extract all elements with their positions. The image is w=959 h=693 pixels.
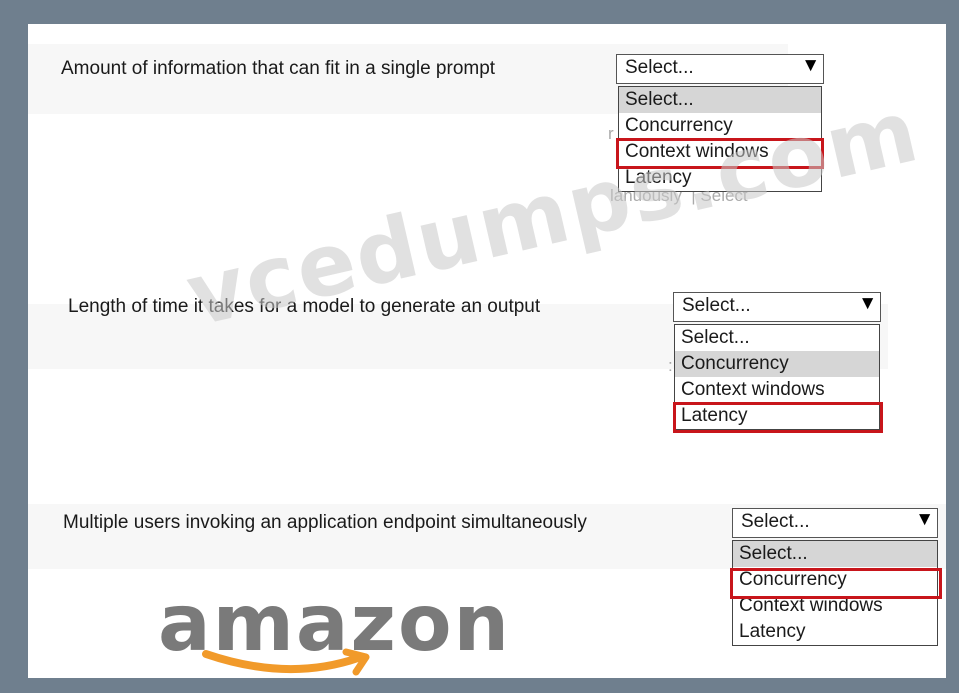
question-3-text: Multiple users invoking an application e… (63, 512, 587, 533)
dropdown-option[interactable]: Concurrency (675, 351, 879, 377)
question-2-select[interactable]: Select... ▼ (673, 292, 881, 322)
question-panel: Amount of information that can fit in a … (28, 24, 946, 678)
dropdown-option[interactable]: Select... (675, 325, 879, 351)
answer-highlight (673, 402, 883, 433)
select-value: Select... (741, 511, 810, 532)
chevron-down-icon: ▼ (915, 509, 934, 530)
amazon-smile-icon (202, 648, 370, 676)
select-value: Select... (682, 295, 751, 316)
question-3-select[interactable]: Select... ▼ (732, 508, 938, 538)
dropdown-option[interactable]: Latency (733, 619, 937, 645)
dropdown-option[interactable]: Select... (733, 541, 937, 567)
dropdown-option[interactable]: Context windows (675, 377, 879, 403)
chevron-down-icon: ▼ (858, 293, 877, 314)
select-value: Select... (625, 57, 694, 78)
question-1-text: Amount of information that can fit in a … (61, 58, 496, 79)
question-1-select[interactable]: Select... ▼ (616, 54, 824, 84)
occluded-text: : (668, 356, 673, 375)
chevron-down-icon: ▼ (801, 55, 820, 76)
occluded-text: r (608, 124, 614, 143)
amazon-logo: amazon (158, 584, 511, 676)
answer-highlight (730, 568, 942, 599)
